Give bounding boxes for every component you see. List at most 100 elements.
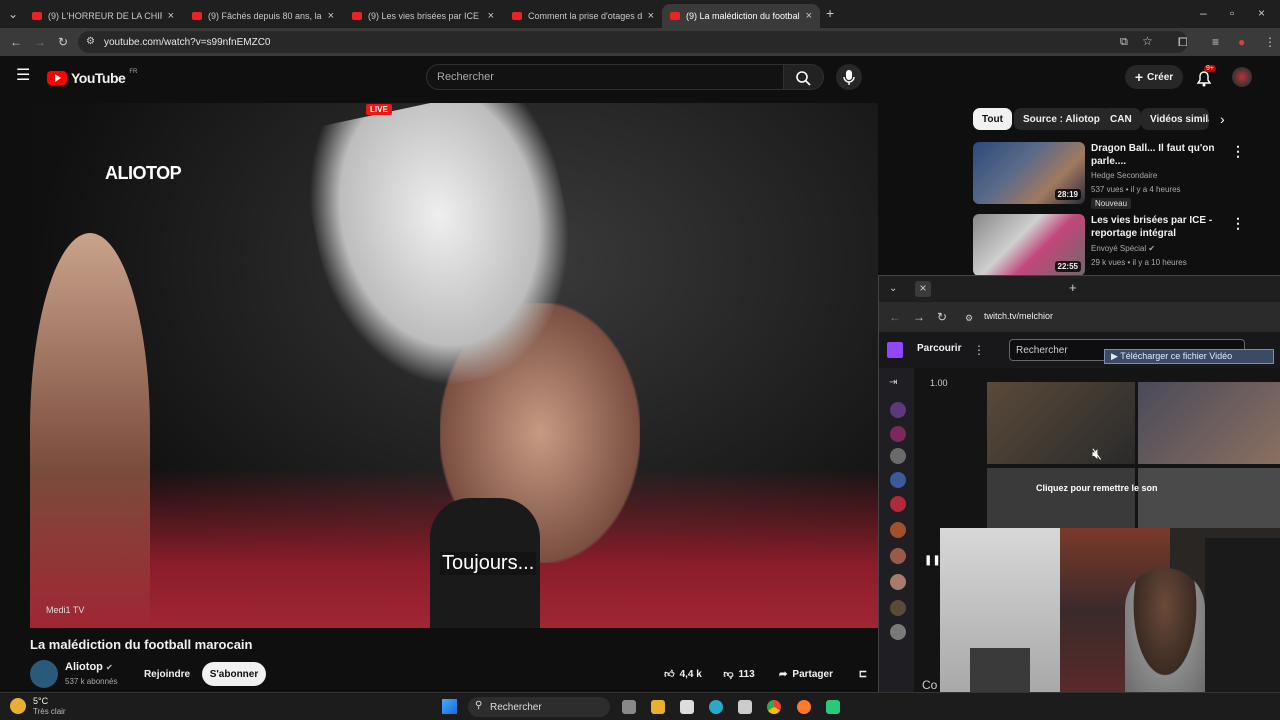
user-avatar[interactable]: [1232, 67, 1252, 87]
channel-avatar[interactable]: [890, 448, 906, 464]
chip-source[interactable]: Source : Aliotop: [1014, 108, 1109, 130]
app-icon[interactable]: [826, 700, 840, 714]
tab-title: (9) La malédiction du football m: [686, 11, 800, 21]
browser-tab-3[interactable]: (9) Les vies brisées par ICE - re ×: [344, 4, 502, 28]
share-button[interactable]: ➦ Partager: [774, 662, 838, 686]
edge-icon[interactable]: [709, 700, 723, 714]
dislike-button[interactable]: 👎︎ 113: [714, 662, 764, 686]
browser-tab-4[interactable]: Comment la prise d'otages du ×: [504, 4, 662, 28]
reading-list-icon[interactable]: ≡: [1212, 35, 1219, 49]
browse-link[interactable]: Parcourir: [917, 343, 961, 354]
muted-speaker-icon[interactable]: 🔇︎: [1092, 447, 1102, 463]
tab-search-icon[interactable]: ⌄: [8, 7, 18, 21]
maximize-icon[interactable]: ▫: [1230, 6, 1234, 20]
recommendation-channel[interactable]: Envoyé Spécial ✔: [1091, 244, 1155, 253]
back-icon[interactable]: ←: [889, 310, 901, 324]
close-tab-icon[interactable]: ×: [488, 10, 494, 22]
url-text[interactable]: twitch.tv/melchior: [984, 311, 1053, 321]
close-window-icon[interactable]: ×: [1258, 6, 1265, 20]
hamburger-menu-icon[interactable]: ☰: [16, 68, 30, 84]
close-tab-icon[interactable]: ×: [806, 10, 812, 22]
browser-tab-5[interactable]: (9) La malédiction du football m ×: [662, 4, 820, 28]
tab-search-icon[interactable]: ⌄: [889, 282, 897, 296]
new-tab-icon[interactable]: +: [826, 6, 834, 20]
collapse-sidebar-icon[interactable]: ⇥: [889, 376, 897, 390]
channel-avatar[interactable]: [890, 402, 906, 418]
pause-icon[interactable]: ❚❚: [924, 554, 941, 568]
channel-avatar[interactable]: [890, 472, 906, 488]
more-options-icon[interactable]: ⋮: [973, 343, 985, 357]
subscribe-button[interactable]: S'abonner: [202, 662, 266, 686]
download-video-button[interactable]: ▶ Télécharger ce fichier Vidéo: [1104, 349, 1274, 364]
chip-all[interactable]: Tout: [973, 108, 1012, 130]
calculator-icon[interactable]: [738, 700, 752, 714]
tab-title: Comment la prise d'otages du: [528, 11, 642, 21]
install-app-icon[interactable]: ⧉: [1120, 35, 1128, 49]
channel-avatar[interactable]: [890, 496, 906, 512]
channel-avatar[interactable]: [890, 522, 906, 538]
recommendation-channel[interactable]: Hedge Secondaire: [1091, 171, 1157, 180]
create-button[interactable]: + Créer: [1125, 65, 1183, 89]
recommendation-thumbnail[interactable]: 22:55: [973, 214, 1085, 276]
twitch-logo-icon[interactable]: [887, 342, 903, 358]
close-tab-icon[interactable]: ×: [328, 10, 334, 22]
taskbar-search[interactable]: ⚲ Rechercher: [468, 697, 610, 717]
video-player[interactable]: ALIOTOP Toujours... Medi1 TV: [30, 103, 878, 628]
channel-avatar[interactable]: [890, 600, 906, 616]
tab-title: (9) L'HORREUR DE LA CHIRURG: [48, 11, 162, 21]
extensions-icon[interactable]: ⧠: [1178, 35, 1188, 49]
search-button[interactable]: [784, 64, 824, 90]
more-options-icon[interactable]: ⋮: [1231, 215, 1245, 232]
close-tab-icon[interactable]: ×: [168, 10, 174, 22]
channel-avatar[interactable]: [30, 660, 58, 688]
chevron-right-icon[interactable]: ›: [1220, 112, 1225, 126]
bookmark-star-icon[interactable]: ☆: [1142, 34, 1153, 48]
browser-menu-icon[interactable]: ⋮: [1264, 35, 1276, 49]
chip-can[interactable]: CAN: [1101, 108, 1141, 130]
join-button[interactable]: Rejoindre: [134, 662, 200, 686]
voice-search-button[interactable]: [836, 64, 862, 90]
recommendation-thumbnail[interactable]: 28:19: [973, 142, 1085, 204]
notifications-button[interactable]: 9+: [1194, 65, 1216, 88]
reload-icon[interactable]: ↻: [58, 35, 68, 49]
channel-name[interactable]: Aliotop ✔: [65, 661, 113, 673]
back-icon[interactable]: ←: [10, 35, 22, 49]
task-view-icon[interactable]: [622, 700, 636, 714]
more-options-icon[interactable]: ⋮: [1231, 143, 1245, 160]
save-button[interactable]: ⊏: [852, 662, 874, 686]
create-label: Créer: [1147, 71, 1174, 83]
profile-avatar-icon[interactable]: ●: [1238, 35, 1245, 49]
windows-start-icon[interactable]: [442, 699, 457, 714]
close-tab-icon[interactable]: ×: [915, 281, 931, 297]
url-field[interactable]: ⚙ youtube.com/watch?v=s99nfnEMZC0 ⧉ ☆: [78, 31, 1188, 53]
close-tab-icon[interactable]: ×: [648, 10, 654, 22]
like-button[interactable]: 👍︎ 4,4 k: [654, 662, 712, 686]
site-info-icon[interactable]: ⚙: [86, 35, 95, 49]
browser-tab-2[interactable]: (9) Fâchés depuis 80 ans, la Co ×: [184, 4, 342, 28]
channel-avatar[interactable]: [890, 574, 906, 590]
recommendation-title[interactable]: Dragon Ball... Il faut qu'on parle....: [1091, 142, 1241, 168]
channel-avatar[interactable]: [890, 426, 906, 442]
new-tab-icon[interactable]: +: [1069, 281, 1077, 295]
minimize-icon[interactable]: –: [1200, 6, 1207, 20]
weather-temperature[interactable]: 5°C: [33, 696, 48, 706]
recommendation-title[interactable]: Les vies brisées par ICE - reportage int…: [1091, 214, 1241, 240]
forward-icon[interactable]: →: [34, 35, 46, 49]
unmute-prompt[interactable]: Cliquez pour remettre le son: [1036, 483, 1158, 493]
forward-icon[interactable]: →: [913, 310, 925, 324]
site-info-icon[interactable]: ⚙: [965, 311, 973, 325]
reload-icon[interactable]: ↻: [937, 310, 947, 324]
firefox-icon[interactable]: [797, 700, 811, 714]
search-input[interactable]: Rechercher: [426, 64, 784, 90]
recommendation-item[interactable]: 22:55 Les vies brisées par ICE - reporta…: [973, 214, 1263, 280]
browser-tab-1[interactable]: (9) L'HORREUR DE LA CHIRURG ×: [24, 4, 182, 28]
channel-avatar[interactable]: [890, 548, 906, 564]
chip-similar[interactable]: Vidéos simila: [1141, 108, 1209, 130]
file-explorer-icon[interactable]: [651, 700, 665, 714]
weather-sun-icon[interactable]: [10, 698, 26, 714]
channel-avatar[interactable]: [890, 624, 906, 640]
youtube-logo[interactable]: YouTube FR: [47, 69, 137, 86]
recommendation-item[interactable]: 28:19 Dragon Ball... Il faut qu'on parle…: [973, 142, 1263, 209]
store-icon[interactable]: [680, 700, 694, 714]
chrome-icon[interactable]: [767, 700, 781, 714]
